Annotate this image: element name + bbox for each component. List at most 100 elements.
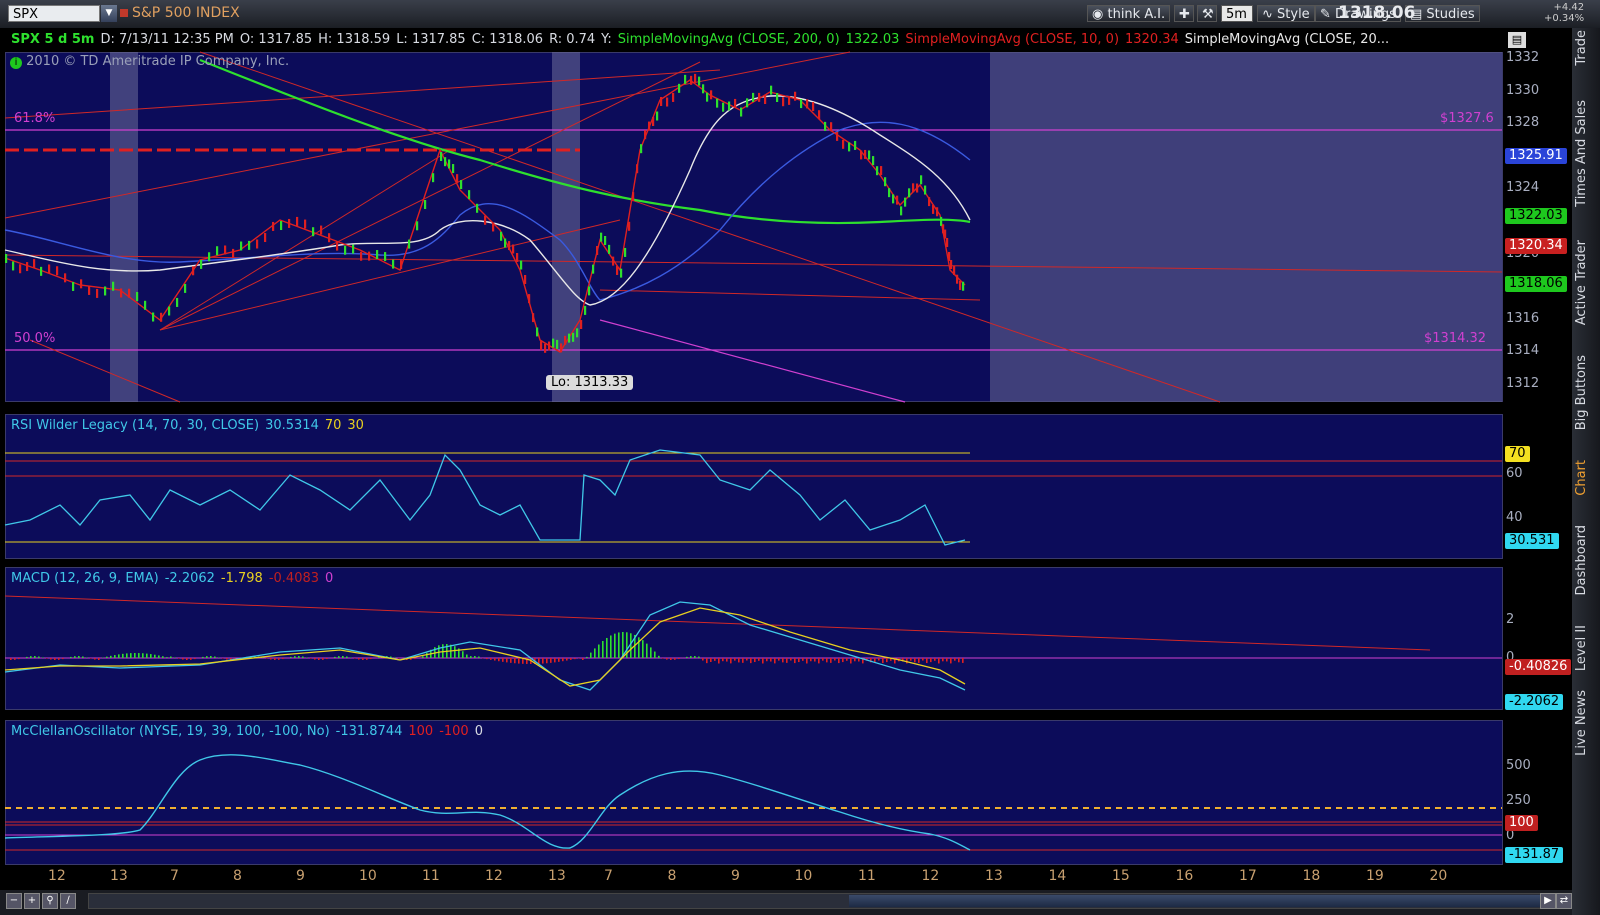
crosshair-button[interactable]: ✚ — [1174, 5, 1194, 22]
mcclellan-upper-badge: 100 — [1505, 815, 1538, 831]
scroll-right-icon[interactable]: ▶ — [1540, 893, 1556, 909]
time-tick: 14 — [1048, 868, 1067, 884]
price-close: C: 1318.06 — [471, 32, 544, 47]
fib-lower-pct: 50.0% — [14, 331, 56, 346]
time-tick: 9 — [296, 868, 305, 884]
symbol-input[interactable]: SPX — [8, 5, 100, 22]
think-ai-label: think A.I. — [1107, 7, 1166, 22]
symbol-name: S&P 500 INDEX — [132, 5, 240, 21]
price-badge: 1318.06 — [1505, 276, 1567, 292]
mcclellan-title[interactable]: McClellanOscillator (NYSE, 19, 39, 100, … — [8, 724, 333, 739]
macd-value: -2.2062 — [164, 571, 215, 586]
price-tick: 1324 — [1506, 180, 1540, 196]
time-tick: 9 — [731, 868, 740, 884]
rsi-tick: 60 — [1506, 466, 1523, 481]
time-tick: 18 — [1302, 868, 1321, 884]
draw-tool-icon[interactable]: ∕ — [60, 893, 76, 909]
price-header: SPX 5 d 5m D: 7/13/11 12:35 PM O: 1317.85 H… — [8, 30, 1392, 50]
change-pct: +0.34% — [1544, 13, 1585, 24]
settings-button[interactable]: ⚒ — [1197, 5, 1217, 22]
copyright-text: 2010 © TD Ameritrade IP Company, Inc. — [26, 54, 290, 69]
sma200-label[interactable]: SimpleMovingAvg (CLOSE, 200, 0) — [615, 32, 843, 47]
mcclellan-lower: -100 — [439, 724, 469, 739]
sma-other-label[interactable]: SimpleMovingAvg (CLOSE, 20... — [1182, 32, 1392, 47]
studies-button[interactable]: ▤ Studies — [1405, 5, 1480, 22]
price-tick: 1330 — [1506, 82, 1540, 98]
mcclellan-tick: 250 — [1506, 793, 1531, 808]
rsi-value: 30.5314 — [265, 418, 319, 433]
sma10-label[interactable]: SimpleMovingAvg (CLOSE, 10, 0) — [902, 32, 1122, 47]
time-tick: 15 — [1112, 868, 1130, 884]
style-button[interactable]: ∿ Style — [1257, 5, 1315, 22]
time-tick: 19 — [1366, 868, 1384, 884]
expand-icon[interactable]: ⇄ — [1556, 893, 1572, 909]
side-tab-live-news[interactable]: Live News — [1574, 690, 1598, 756]
side-tab-dashboard[interactable]: Dashboard — [1574, 525, 1598, 596]
rsi-value-badge: 30.531 — [1505, 533, 1559, 549]
time-tick: 12 — [48, 868, 66, 884]
side-tab-big-buttons[interactable]: Big Buttons — [1574, 355, 1598, 430]
time-tick: 13 — [985, 868, 1003, 884]
price-high: H: 1318.59 — [318, 32, 391, 47]
zoom-out-icon[interactable]: − — [6, 893, 22, 909]
price-low: L: 1317.85 — [396, 32, 466, 47]
mcclellan-header: McClellanOscillator (NYSE, 19, 39, 100, … — [8, 722, 486, 742]
side-tab-times-and-sales[interactable]: Times And Sales — [1574, 100, 1598, 207]
mcclellan-tick: 500 — [1506, 758, 1531, 773]
mcclellan-value: -131.8744 — [335, 724, 403, 739]
style-label: Style — [1277, 7, 1310, 22]
rsi-ob: 70 — [324, 418, 342, 433]
low-label: Lo: 1313.33 — [546, 375, 634, 390]
symbol-color-icon — [120, 9, 128, 17]
change-abs: +4.42 — [1553, 2, 1585, 13]
macd-title[interactable]: MACD (12, 26, 9, EMA) — [8, 571, 162, 586]
rsi-tick: 40 — [1506, 510, 1523, 525]
think-ai-button[interactable]: ◉ think A.I. — [1087, 5, 1171, 22]
macd-axis[interactable] — [1503, 567, 1570, 710]
side-tab-active-trader[interactable]: Active Trader — [1574, 240, 1598, 325]
magnifier-icon[interactable]: ⚲ — [42, 893, 58, 909]
macd-value-badge: -2.2062 — [1505, 694, 1564, 710]
time-tick: 11 — [422, 868, 440, 884]
fib-lower-price: $1314.32 — [1424, 331, 1487, 346]
style-icon: ∿ — [1262, 7, 1278, 22]
price-title: SPX 5 d 5m — [11, 32, 95, 47]
price-tick: 1312 — [1506, 376, 1540, 391]
time-tick: 13 — [110, 868, 128, 884]
time-tick: 11 — [858, 868, 876, 884]
side-tab-chart[interactable]: Chart — [1574, 460, 1598, 496]
time-tick: 7 — [170, 868, 179, 884]
side-tab-trade[interactable]: Trade — [1574, 30, 1598, 66]
price-date: D: 7/13/11 12:35 PM — [100, 32, 234, 47]
interval-button[interactable]: 5m — [1221, 5, 1253, 22]
mcclellan-zero: 0 — [474, 724, 483, 739]
pane-menu-icon[interactable]: ▤ — [1508, 32, 1526, 48]
macd-diff-badge: -0.40826 — [1505, 659, 1572, 675]
macd-tick: 2 — [1506, 612, 1515, 627]
sma200-value: 1322.03 — [845, 32, 900, 47]
price-badge: 1322.03 — [1505, 208, 1567, 224]
time-tick: 8 — [667, 868, 677, 884]
rsi-header: RSI Wilder Legacy (14, 70, 30, CLOSE) 30.… — [8, 416, 367, 436]
think-ai-icon: ◉ — [1092, 7, 1108, 22]
fib-upper-price: $1327.6 — [1440, 111, 1494, 126]
last-price: 1318.06 — [1338, 3, 1416, 23]
price-tick: 1332 — [1506, 50, 1540, 65]
rsi-ob-badge: 70 — [1505, 446, 1530, 462]
symbol-dropdown-button[interactable]: ▼ — [101, 5, 117, 22]
side-tab-level-ii[interactable]: Level II — [1574, 625, 1598, 671]
rsi-os: 30 — [347, 418, 364, 433]
zoom-in-icon[interactable]: + — [24, 893, 40, 909]
sma10-value: 1320.34 — [1125, 32, 1179, 47]
rsi-title[interactable]: RSI Wilder Legacy (14, 70, 30, CLOSE) — [8, 418, 262, 433]
scrollbar-thumb[interactable] — [849, 895, 1557, 907]
info-icon[interactable]: i — [10, 57, 22, 69]
price-open: O: 1317.85 — [239, 32, 313, 47]
macd-header: MACD (12, 26, 9, EMA) -2.2062 -1.798 -0.408… — [8, 569, 336, 589]
price-badge: 1325.91 — [1505, 148, 1567, 164]
copyright: i 2010 © TD Ameritrade IP Company, Inc. — [10, 54, 289, 69]
symbol-description: S&P 500 INDEX — [120, 5, 240, 21]
price-pane[interactable] — [5, 52, 1503, 402]
horizontal-scrollbar[interactable] — [88, 893, 1560, 909]
price-tick: 1328 — [1506, 115, 1540, 131]
